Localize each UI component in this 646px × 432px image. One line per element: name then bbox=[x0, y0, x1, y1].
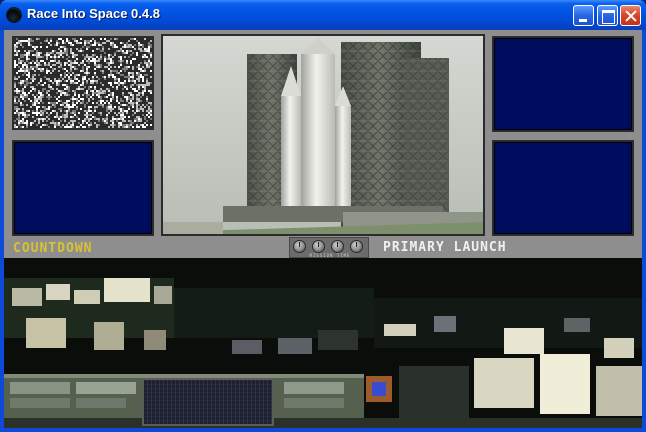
main-video-monitor bbox=[161, 34, 485, 236]
game-window: Race Into Space 0.4.8 COUNTDOWN MISSION … bbox=[0, 0, 646, 432]
monitor-bottom-left bbox=[12, 140, 154, 236]
monitor-top-left-static bbox=[12, 36, 154, 130]
launch-console: COUNTDOWN MISSION TIME PRIMARY LAUNCH bbox=[4, 30, 642, 258]
window-frame-bottom bbox=[0, 428, 646, 432]
knob-icon[interactable] bbox=[312, 240, 325, 253]
monitor-bottom-right bbox=[492, 140, 634, 236]
close-button[interactable] bbox=[620, 5, 641, 26]
maximize-button[interactable] bbox=[597, 5, 618, 26]
window-title: Race Into Space 0.4.8 bbox=[27, 6, 160, 21]
window-frame-right bbox=[642, 30, 646, 432]
monitor-top-right bbox=[492, 36, 634, 132]
game-screen[interactable]: COUNTDOWN MISSION TIME PRIMARY LAUNCH bbox=[4, 30, 642, 428]
control-room-scene bbox=[4, 258, 642, 428]
app-icon[interactable] bbox=[6, 7, 22, 23]
countdown-label: COUNTDOWN bbox=[13, 241, 93, 256]
mission-control-room bbox=[4, 258, 642, 428]
knob-icon[interactable] bbox=[331, 240, 344, 253]
knob-icon[interactable] bbox=[293, 240, 306, 253]
minimize-button[interactable] bbox=[573, 5, 594, 26]
title-bar[interactable]: Race Into Space 0.4.8 bbox=[0, 0, 646, 30]
static-noise bbox=[14, 38, 152, 128]
launch-pad-scene bbox=[163, 36, 483, 234]
mission-timer-panel[interactable]: MISSION TIME bbox=[289, 237, 369, 258]
knob-icon[interactable] bbox=[350, 240, 363, 253]
desk-display-screen bbox=[142, 378, 274, 426]
launch-phase-label: PRIMARY LAUNCH bbox=[383, 240, 507, 255]
